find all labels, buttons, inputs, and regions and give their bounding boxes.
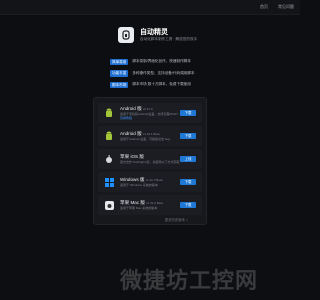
download-title: Android 版 <box>120 106 142 111</box>
app-logo-icon <box>118 27 134 43</box>
android-icon <box>103 107 115 119</box>
download-title: 苹果 Mac 版 <box>120 200 146 205</box>
download-title: Windows 版 <box>120 177 145 182</box>
download-version: v1.10.1 Beta <box>142 132 160 136</box>
download-desc: 适用于苹果 Mac 系统的版本 <box>120 206 158 210</box>
watermark: 微捷坊工控网 <box>120 269 259 294</box>
top-nav: 首页 常见问题 <box>260 4 294 10</box>
download-row-android: Android 版v6.27.0 适用于手机和Android设备，支持无需ROO… <box>98 103 202 123</box>
feature-tag: 简单易用 <box>110 58 129 65</box>
download-version: v1.31.0 Beta <box>146 201 163 205</box>
nav-faq-link[interactable]: 常见问题 <box>278 4 294 10</box>
app-slogan: 自动化脚本制作工具 · 解放您的双手 <box>140 37 198 41</box>
download-title: 苹果 iOS 版 <box>120 154 144 159</box>
download-row-ios: 苹果 iOS 版 官方合作 TestFlight 版，请使用以下方式获取 上线 <box>98 149 202 169</box>
brand: 自动精灵 自动化脚本制作工具 · 解放您的双手 <box>118 27 197 43</box>
download-desc: 官方合作 TestFlight 版，请使用以下方式获取 <box>120 160 180 164</box>
mac-icon <box>103 199 115 211</box>
apple-icon <box>103 153 115 165</box>
feature-text: 脚本录制/界面化创作，快速制作脚本 <box>132 59 191 64</box>
download-card: Android 版v6.27.0 适用于手机和Android设备，支持无需ROO… <box>93 97 207 225</box>
feature-text: 多种操作类型，支持设备/代码调用脚本 <box>132 70 195 75</box>
feature-tag: 脚本市场 <box>110 81 129 88</box>
download-row-android-beta: Android 版v1.10.1 Beta 适用于Android 设备，可模拟点… <box>98 126 202 146</box>
top-bar: 首页 常见问题 <box>0 0 300 15</box>
feature-text: 脚本市场 数十万脚本，免费下载使用 <box>132 82 191 87</box>
download-button[interactable]: 下载 <box>180 110 196 116</box>
feature-list: 简单易用 脚本录制/界面化创作，快速制作脚本 功能丰富 多种操作类型，支持设备/… <box>110 56 194 91</box>
download-button[interactable]: 下载 <box>180 133 196 139</box>
android-icon <box>103 130 115 142</box>
download-button[interactable]: 下载 <box>180 179 196 185</box>
download-desc: 适用于Android 设备，可模拟点击 bug <box>120 137 171 141</box>
feature-item: 简单易用 脚本录制/界面化创作，快速制作脚本 <box>110 56 194 68</box>
feature-tag: 功能丰富 <box>110 70 129 77</box>
download-title: Android 版 <box>120 131 142 136</box>
download-row-mac: 苹果 Mac 版v1.31.0 Beta 适用于苹果 Mac 系统的版本 下载 <box>98 195 202 215</box>
download-version: v6.27.0 <box>142 107 153 111</box>
tutorial-link[interactable]: 查看教程 <box>120 116 180 120</box>
download-row-windows: Windows 版v1.31.0 Beta 适用于 Windows 系统的版本 … <box>98 172 202 192</box>
ios-button[interactable]: 上线 <box>180 156 196 162</box>
feature-item: 脚本市场 脚本市场 数十万脚本，免费下载使用 <box>110 79 194 91</box>
download-version: v1.31.0 Beta <box>145 178 163 182</box>
app-name: 自动精灵 <box>140 29 168 36</box>
download-button[interactable]: 下载 <box>180 202 196 208</box>
nav-home-link[interactable]: 首页 <box>260 4 268 10</box>
history-versions-link[interactable]: 更多历史版本 > <box>165 217 188 222</box>
feature-item: 功能丰富 多种操作类型，支持设备/代码调用脚本 <box>110 68 194 80</box>
windows-icon <box>103 176 115 188</box>
download-desc: 适用于 Windows 系统的版本 <box>120 183 158 187</box>
